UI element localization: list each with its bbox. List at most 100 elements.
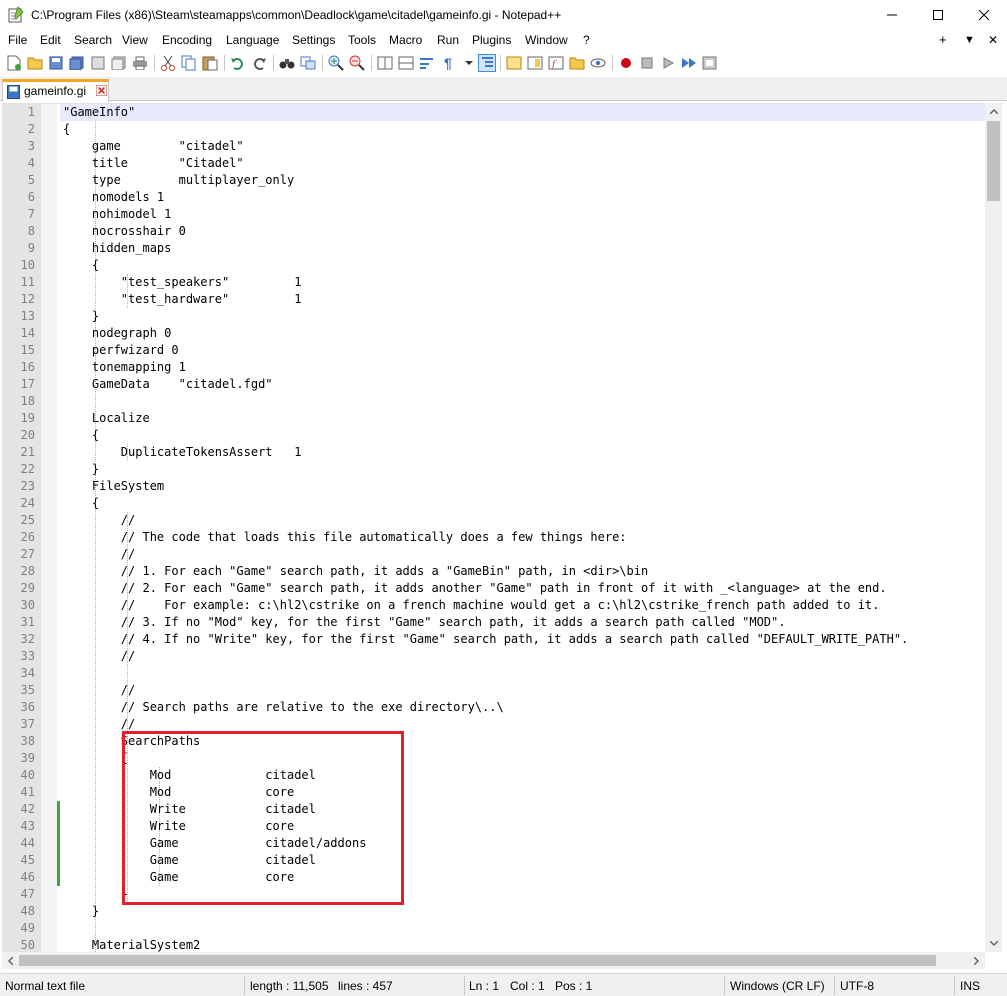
menu-view[interactable]: View xyxy=(122,33,148,47)
line-number: 2 xyxy=(27,122,35,136)
line-number: 29 xyxy=(20,581,35,595)
title-bar: C:\Program Files (x86)\Steam\steamapps\c… xyxy=(0,0,1007,30)
printer-icon xyxy=(133,56,147,70)
status-column: Col : 1 xyxy=(510,979,545,993)
word-wrap-button[interactable] xyxy=(418,54,436,72)
horizontal-scrollbar[interactable] xyxy=(2,952,985,969)
menu-settings[interactable]: Settings xyxy=(292,33,335,47)
undo-button[interactable] xyxy=(229,54,247,72)
folder-as-workspace-button[interactable] xyxy=(568,54,586,72)
new-tab-plus-button[interactable]: + xyxy=(939,32,947,47)
menu-language[interactable]: Language xyxy=(226,33,279,47)
redo-button[interactable] xyxy=(250,54,268,72)
menu-tools[interactable]: Tools xyxy=(348,33,376,47)
code-line: nomodels 1 xyxy=(63,190,165,204)
stop-macro-button[interactable] xyxy=(638,54,656,72)
close-tab-icon[interactable] xyxy=(96,85,107,96)
new-file-button[interactable] xyxy=(5,54,23,72)
close-window-button[interactable] xyxy=(961,0,1007,30)
scroll-down-arrow[interactable] xyxy=(985,935,1002,952)
monitoring-button[interactable] xyxy=(589,54,607,72)
sync-vertical-scroll-button[interactable] xyxy=(376,54,394,72)
line-number: 21 xyxy=(20,445,35,459)
status-encoding[interactable]: UTF-8 xyxy=(840,979,874,993)
maximize-button[interactable] xyxy=(915,0,961,30)
close-document-button[interactable]: ✕ xyxy=(988,33,998,47)
code-line: { xyxy=(63,122,71,136)
show-all-characters-button[interactable]: ¶ xyxy=(439,54,457,72)
new-file-icon xyxy=(7,55,21,71)
define-language-button[interactable] xyxy=(505,54,523,72)
play-macro-button[interactable] xyxy=(659,54,677,72)
indent-guides-toggle-button[interactable] xyxy=(478,54,496,72)
code-line: "GameInfo" xyxy=(63,105,136,119)
code-line: // The code that loads this file automat… xyxy=(63,530,627,544)
code-line: nodegraph 0 xyxy=(63,326,172,340)
find-button[interactable] xyxy=(278,54,296,72)
line-number: 37 xyxy=(20,717,35,731)
open-file-button[interactable] xyxy=(26,54,44,72)
sync-horizontal-scroll-button[interactable] xyxy=(397,54,415,72)
menu-encoding[interactable]: Encoding xyxy=(162,33,212,47)
menu-search[interactable]: Search xyxy=(74,33,112,47)
line-number: 7 xyxy=(27,207,35,221)
print-button[interactable] xyxy=(131,54,149,72)
line-number: 25 xyxy=(20,513,35,527)
indent-guide-button[interactable] xyxy=(460,54,478,72)
minimize-button[interactable] xyxy=(869,0,915,30)
menu-macro[interactable]: Macro xyxy=(389,33,422,47)
status-insert-mode[interactable]: INS xyxy=(960,979,980,993)
vertical-scrollbar[interactable] xyxy=(985,103,1002,952)
code-line: MaterialSystem2 xyxy=(63,938,201,952)
function-list-button[interactable]: f xyxy=(547,54,565,72)
save-all-button[interactable] xyxy=(68,54,86,72)
line-number: 23 xyxy=(20,479,35,493)
tab-list-dropdown-button[interactable]: ▼ xyxy=(964,34,975,46)
line-number: 42 xyxy=(20,802,35,816)
paste-button[interactable] xyxy=(201,54,219,72)
line-number: 26 xyxy=(20,530,35,544)
toolbar-separator xyxy=(154,55,155,71)
tab-gameinfo[interactable]: gameinfo.gi xyxy=(2,79,109,102)
code-line: // 3. If no "Mod" key, for the first "Ga… xyxy=(63,615,786,629)
close-all-button[interactable] xyxy=(110,54,128,72)
word-wrap-icon xyxy=(420,58,433,69)
save-macro-button[interactable] xyxy=(701,54,719,72)
save-button[interactable] xyxy=(47,54,65,72)
menu-file[interactable]: File xyxy=(8,33,27,47)
save-icon xyxy=(49,56,63,70)
code-line: // 4. If no "Write" key, for the first "… xyxy=(63,632,909,646)
menu-window[interactable]: Window xyxy=(525,33,568,47)
menu-plugins[interactable]: Plugins xyxy=(472,33,511,47)
horizontal-scroll-thumb[interactable] xyxy=(19,955,936,966)
menu-run[interactable]: Run xyxy=(437,33,459,47)
scroll-up-arrow[interactable] xyxy=(985,103,1002,120)
menu-edit[interactable]: Edit xyxy=(40,33,61,47)
menu-help[interactable]: ? xyxy=(583,33,590,47)
line-number: 41 xyxy=(20,785,35,799)
line-number: 16 xyxy=(20,360,35,374)
code-line: // 1. For each "Game" search path, it ad… xyxy=(63,564,649,578)
status-file-type: Normal text file xyxy=(5,979,86,993)
scroll-right-arrow[interactable] xyxy=(968,952,985,969)
code-line: // xyxy=(63,683,136,697)
code-line: nocrosshair 0 xyxy=(63,224,186,238)
copy-button[interactable] xyxy=(180,54,198,72)
record-macro-button[interactable] xyxy=(617,54,635,72)
line-number: 13 xyxy=(20,309,35,323)
vertical-scroll-thumb[interactable] xyxy=(987,121,1000,201)
code-line: "test_hardware" 1 xyxy=(63,292,302,306)
zoom-out-button[interactable] xyxy=(348,54,366,72)
replace-button[interactable] xyxy=(299,54,317,72)
pilcrow-icon: ¶ xyxy=(444,55,452,71)
close-file-button[interactable] xyxy=(89,54,107,72)
scroll-left-arrow[interactable] xyxy=(2,952,19,969)
cut-button[interactable] xyxy=(159,54,177,72)
code-line: title "Citadel" xyxy=(63,156,244,170)
zoom-in-button[interactable] xyxy=(327,54,345,72)
line-number: 24 xyxy=(20,496,35,510)
document-map-button[interactable] xyxy=(526,54,544,72)
run-macro-multiple-button[interactable] xyxy=(680,54,698,72)
status-eol-format[interactable]: Windows (CR LF) xyxy=(730,979,825,993)
tab-label: gameinfo.gi xyxy=(24,84,87,98)
